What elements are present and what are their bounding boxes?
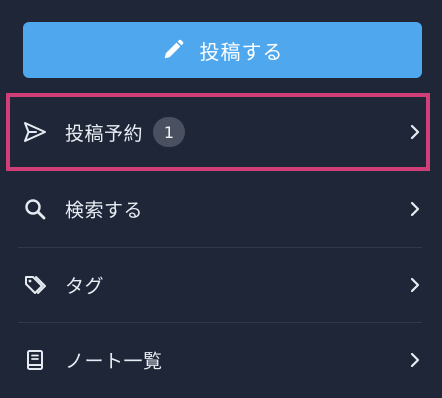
chevron-right-icon	[408, 351, 422, 369]
notebook-icon	[22, 347, 48, 373]
menu-item-tags[interactable]: タグ	[8, 248, 432, 322]
chevron-right-icon	[408, 276, 422, 294]
search-icon	[22, 196, 48, 222]
menu-item-label: 検索する	[65, 199, 144, 222]
tag-icon	[22, 272, 48, 298]
selection-highlight	[6, 93, 430, 171]
menu-item-search[interactable]: 検索する	[8, 172, 432, 246]
menu-item-label: タグ	[65, 275, 105, 298]
menu-item-label: ノート一覧	[65, 350, 163, 373]
chevron-right-icon	[408, 200, 422, 218]
menu-item-note-list[interactable]: ノート一覧	[8, 323, 432, 397]
pencil-icon	[162, 39, 184, 61]
post-button-label: 投稿する	[199, 39, 284, 64]
post-button[interactable]: 投稿する	[23, 22, 422, 78]
